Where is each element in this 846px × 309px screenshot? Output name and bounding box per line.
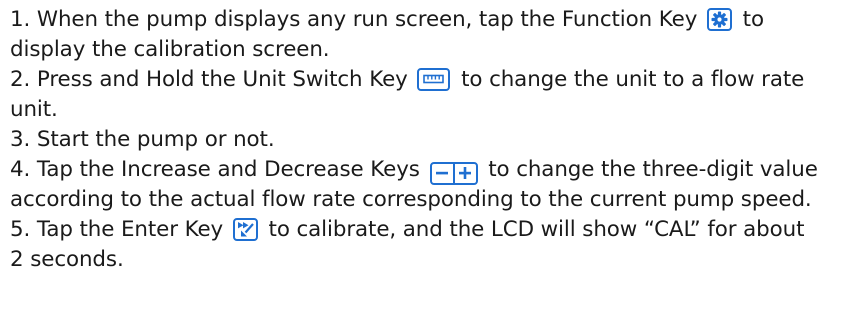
instruction-document: 1. When the pump displays any run screen… [10,5,844,275]
function-key-gear-icon [706,8,732,31]
step-5-text-after-key: to calibrate, and the LCD will show “CAL… [268,217,805,242]
unit-switch-key-icon [417,68,451,91]
plus-icon [452,163,476,183]
step-4-text-before-key: 4. Tap the Increase and Decrease Keys [10,157,420,182]
step-4-text-after-key: to change the three-digit value [488,157,818,182]
step-5-text-before-key: 5. Tap the Enter Key [10,217,224,242]
step-4-line-1: 4. Tap the Increase and Decrease Keys to… [10,155,844,185]
step-3-text: 3. Start the pump or not. [10,127,275,152]
step-1-line-2: display the calibration screen. [10,35,844,65]
step-1-text-before-key: 1. When the pump displays any run screen… [10,7,698,32]
step-5-line-2: 2 seconds. [10,245,844,275]
minus-icon [432,164,453,183]
step-3-line-1: 3. Start the pump or not. [10,125,844,155]
step-2-line-2: unit. [10,95,844,125]
step-4-line-2: according to the actual flow rate corres… [10,185,844,215]
step-5-line-1: 5. Tap the Enter Key to calibrate, and t… [10,215,844,245]
step-4-continuation: according to the actual flow rate corres… [10,187,812,212]
step-2-continuation: unit. [10,97,58,122]
step-1-line-1: 1. When the pump displays any run screen… [10,5,844,35]
step-2-line-1: 2. Press and Hold the Unit Switch Key to… [10,65,844,95]
step-2-text-before-key: 2. Press and Hold the Unit Switch Key [10,67,408,92]
decrease-increase-keys-icon [429,161,478,185]
enter-key-icon [232,218,258,241]
step-2-text-after-key: to change the unit to a flow rate [461,67,805,92]
step-1-text-after-key: to [742,7,764,32]
step-5-continuation: 2 seconds. [10,247,124,272]
step-1-continuation: display the calibration screen. [10,37,330,62]
